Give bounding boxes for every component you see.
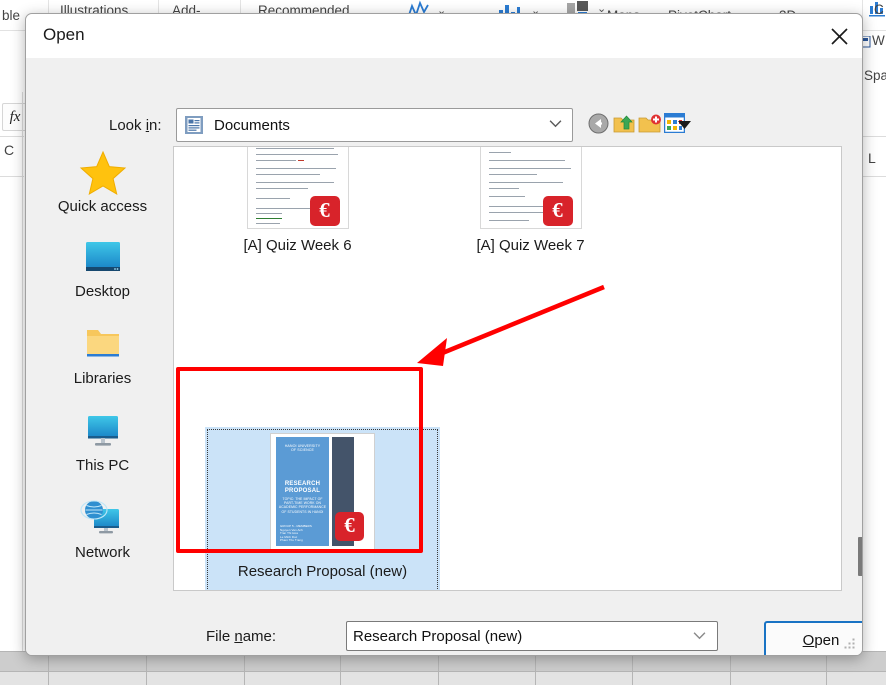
cover-title: RESEARCH PROPOSAL <box>284 481 321 494</box>
file-list-scrollbar[interactable] <box>855 146 862 589</box>
pdf-badge-icon: € <box>542 196 573 226</box>
column-header-c: C <box>4 142 15 158</box>
back-button[interactable] <box>588 113 609 134</box>
look-in-label-pre: Look <box>109 117 146 134</box>
cover-topic: TOPIC: THE IMPACT OF PART-TIME WORK ON ACA… <box>278 497 327 514</box>
grid-line <box>862 136 886 137</box>
pdf-badge-icon: € <box>335 512 364 541</box>
new-folder-button[interactable] <box>638 113 661 134</box>
open-file-dialog: Open Look in: Documents Quick access Des… <box>25 13 863 656</box>
grid-line <box>48 651 49 685</box>
look-in-combobox[interactable]: Documents <box>176 108 573 142</box>
ribbon-fragment-c: C <box>874 2 884 17</box>
file-thumbnail: HANOI UNIVERSITY OF SCIENCE RESEARCH PROPO… <box>205 427 440 561</box>
grid-line <box>632 651 633 685</box>
pdf-page-thumbnail: € <box>246 147 349 229</box>
look-in-label: Look in: <box>109 117 162 134</box>
grid-line <box>862 176 886 177</box>
look-in-label-post: n: <box>149 117 162 134</box>
places-item-label: Desktop <box>74 283 131 300</box>
file-name-label: Research Proposal (new) <box>237 563 408 580</box>
places-item-quick-access[interactable]: Quick access <box>40 150 165 215</box>
cover-authors: GROUP 5 - MEMBERS Nguyen Van Anh Tran Thi … <box>280 524 312 543</box>
ribbon-fragment-w: W <box>872 33 885 48</box>
star-icon <box>79 150 126 196</box>
places-item-desktop[interactable]: Desktop <box>40 238 165 300</box>
chevron-down-icon[interactable] <box>549 117 562 130</box>
grid-line <box>22 92 23 685</box>
up-one-level-button[interactable] <box>613 113 635 134</box>
file-list-scrollbar-thumb[interactable] <box>858 537 862 576</box>
file-name-value: Research Proposal (new) <box>353 627 523 645</box>
file-item-research-proposal-new[interactable]: HANOI UNIVERSITY OF SCIENCE RESEARCH PROPO… <box>205 427 440 590</box>
file-name-label-post: ame: <box>242 628 277 645</box>
open-button-post: pen <box>814 631 840 649</box>
dialog-body: Look in: Documents Quick access Desktop … <box>26 58 862 655</box>
file-thumbnail: € <box>205 147 390 233</box>
places-item-this-pc[interactable]: This PC <box>40 412 165 474</box>
places-item-network[interactable]: Network <box>40 499 165 561</box>
file-name-label: [A] Quiz Week 7 <box>476 237 585 254</box>
places-item-label: Libraries <box>73 370 132 387</box>
grid-line <box>146 651 147 685</box>
pdf-badge-icon: € <box>309 196 340 226</box>
this-pc-icon <box>87 416 118 446</box>
dialog-title-bar: Open <box>26 14 862 58</box>
look-in-value: Documents <box>214 116 290 134</box>
grid-line <box>0 136 24 137</box>
column-header-l: L <box>868 150 876 166</box>
research-proposal-cover-thumbnail: HANOI UNIVERSITY OF SCIENCE RESEARCH PROPO… <box>270 433 375 551</box>
close-button[interactable] <box>816 14 862 58</box>
dialog-title: Open <box>43 25 85 44</box>
cover-org: HANOI UNIVERSITY OF SCIENCE <box>284 444 321 453</box>
file-name-field-label: File name: <box>206 628 276 645</box>
grid-line <box>535 651 536 685</box>
pdf-page-thumbnail: € <box>479 147 582 229</box>
file-name-label-pre: File <box>206 628 235 645</box>
places-item-label: This PC <box>75 457 130 474</box>
close-icon <box>830 27 848 45</box>
grid-line <box>826 651 827 685</box>
grid-line <box>0 176 24 177</box>
desktop-icon <box>85 242 120 271</box>
file-item-quiz-week-6[interactable]: € [A] Quiz Week 6 <box>205 147 390 254</box>
places-item-libraries[interactable]: Libraries <box>40 325 165 387</box>
file-name-label-mnemonic: n <box>234 628 243 645</box>
cover-front-page: HANOI UNIVERSITY OF SCIENCE RESEARCH PROPO… <box>276 437 329 546</box>
folder-icon <box>86 330 119 357</box>
places-item-label: Quick access <box>57 198 148 215</box>
file-item-quiz-week-7[interactable]: € [A] Quiz Week 7 <box>438 147 623 254</box>
ribbon-label-table: ble <box>2 8 21 23</box>
file-name-input[interactable]: Research Proposal (new) <box>346 621 718 651</box>
file-list[interactable]: € [A] Quiz Week 6 € [A] Quiz Week 7 HANO… <box>173 146 842 591</box>
ribbon-fragment-spa: Spa <box>864 68 886 83</box>
file-thumbnail: € <box>438 147 623 233</box>
file-name-label: [A] Quiz Week 6 <box>243 237 352 254</box>
open-button-mnemonic: O <box>802 631 815 649</box>
grid-line <box>244 651 245 685</box>
grid-line <box>730 651 731 685</box>
chevron-down-icon[interactable] <box>693 629 706 642</box>
grid-line <box>438 651 439 685</box>
views-dropdown-button[interactable] <box>678 120 692 130</box>
documents-folder-icon <box>185 116 203 134</box>
resize-grip-icon[interactable] <box>844 638 856 650</box>
spreadsheet-row <box>0 672 886 685</box>
grid-line <box>340 651 341 685</box>
network-icon <box>79 500 119 534</box>
places-item-label: Network <box>74 544 130 561</box>
